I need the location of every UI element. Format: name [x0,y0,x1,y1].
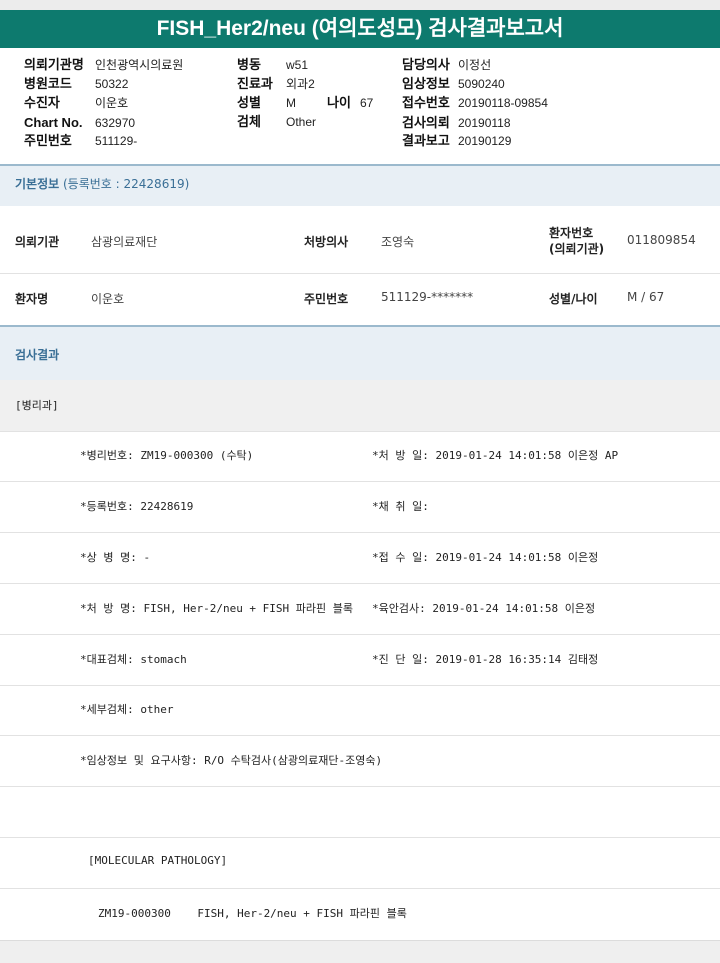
patient-no-value: 011809854 [627,233,696,247]
row-divider [0,532,720,533]
header-value: 511129- [95,134,138,148]
header-value: 인천광역시의료원 [95,58,184,72]
header-label: 성별 [237,95,261,110]
sex-age-label: 성별/나이 [549,292,598,306]
result-line-left: *병리번호: ZM19-000300 (수탁) [80,449,254,462]
row-divider [0,273,720,274]
header-value: 5090240 [458,77,505,91]
resident-no-label: 주민번호 [304,292,349,306]
header-value: 20190118 [458,116,511,130]
header-label: 수진자 [24,95,60,110]
header-value-age: 67 [360,96,374,110]
top-strip [0,0,720,10]
row-divider [0,837,720,838]
patient-no-sublabel: (의뢰기관) [549,242,605,256]
report-title: FISH_Her2/neu (여의도성모) 검사결과보고서 [0,10,720,48]
result-line-left: *처 방 명: FISH, Her-2/neu + FISH 파라핀 블록 [80,602,354,615]
patient-name-value: 이운호 [91,292,125,306]
header-label: 주민번호 [24,133,72,148]
patient-no-label: 환자번호 [549,226,594,240]
result-line-right: *처 방 일: 2019-01-24 14:01:58 이은정 AP [372,449,619,462]
basic-info-title-wrap: 기본정보 (등록번호 : 22428619) [15,175,189,192]
header-value: 이운호 [95,96,129,110]
header-label-age: 나이 [327,95,351,110]
header-label: 병원코드 [24,76,72,91]
header-label: 병동 [237,57,261,72]
header-value: 20190118-09854 [458,96,548,110]
result-line-left: *등록번호: 22428619 [80,500,194,513]
row-divider [0,481,720,482]
result-line-left: *대표검체: stomach [80,653,187,666]
header-value: Other [286,115,317,129]
header-label: 담당의사 [402,57,450,72]
molecular-pathology-header: [MOLECULAR PATHOLOGY] [88,854,228,867]
header-value: 20190129 [458,134,512,148]
registration-number: (등록번호 : 22428619) [63,177,190,191]
header-value: 외과2 [286,77,315,91]
row-divider [0,786,720,787]
department-band [0,380,720,431]
results-title: 검사결과 [15,348,60,362]
patient-name-label: 환자명 [15,292,49,306]
result-line-left: *세부검체: other [80,703,174,716]
row-divider [0,431,720,432]
header-value: 이정선 [458,58,492,72]
header-label: 검체 [237,114,261,129]
sex-age-value: M / 67 [627,290,665,304]
result-line-right: *접 수 일: 2019-01-24 14:01:58 이은정 [372,551,599,564]
resident-no-value: 511129-******* [381,290,474,304]
row-divider [0,583,720,584]
basic-info-header: 기본정보 (등록번호 : 22428619) [0,164,720,206]
doctor-label: 처방의사 [304,235,349,249]
requesting-org-value: 삼광의료재단 [91,235,158,249]
header-value: w51 [286,58,309,72]
header-label: Chart No. [24,115,83,130]
result-line-right: *육안검사: 2019-01-24 14:01:58 이은정 [372,602,596,615]
header-value: M [286,96,296,110]
header-label: 임상정보 [402,76,450,91]
header-label: 검사의뢰 [402,115,450,130]
row-divider [0,888,720,889]
row-divider [0,685,720,686]
result-line-right: *채 취 일: [372,500,429,513]
requesting-org-label: 의뢰기관 [15,235,60,249]
header-value: 50322 [95,77,129,91]
department-label: [병리과] [15,399,59,412]
row-divider [0,735,720,736]
results-header: 검사결과 [0,325,720,380]
header-label: 결과보고 [402,133,450,148]
header-label: 접수번호 [402,95,450,110]
header-label: 진료과 [237,76,273,91]
bottom-band [0,940,720,963]
header-label: 의뢰기관명 [24,57,84,72]
result-line-left: *임상정보 및 요구사항: R/O 수탁검사(삼광의료재단-조영숙) [80,754,383,767]
doctor-value: 조영숙 [381,235,415,249]
header-value: 632970 [95,116,136,130]
basic-info-title: 기본정보 [15,177,60,191]
result-line-right: *진 단 일: 2019-01-28 16:35:14 김태정 [372,653,599,666]
result-line-left: *상 병 명: - [80,551,151,564]
molecular-pathology-line: ZM19-000300 FISH, Her-2/neu + FISH 파라핀 블… [98,907,407,920]
row-divider [0,634,720,635]
